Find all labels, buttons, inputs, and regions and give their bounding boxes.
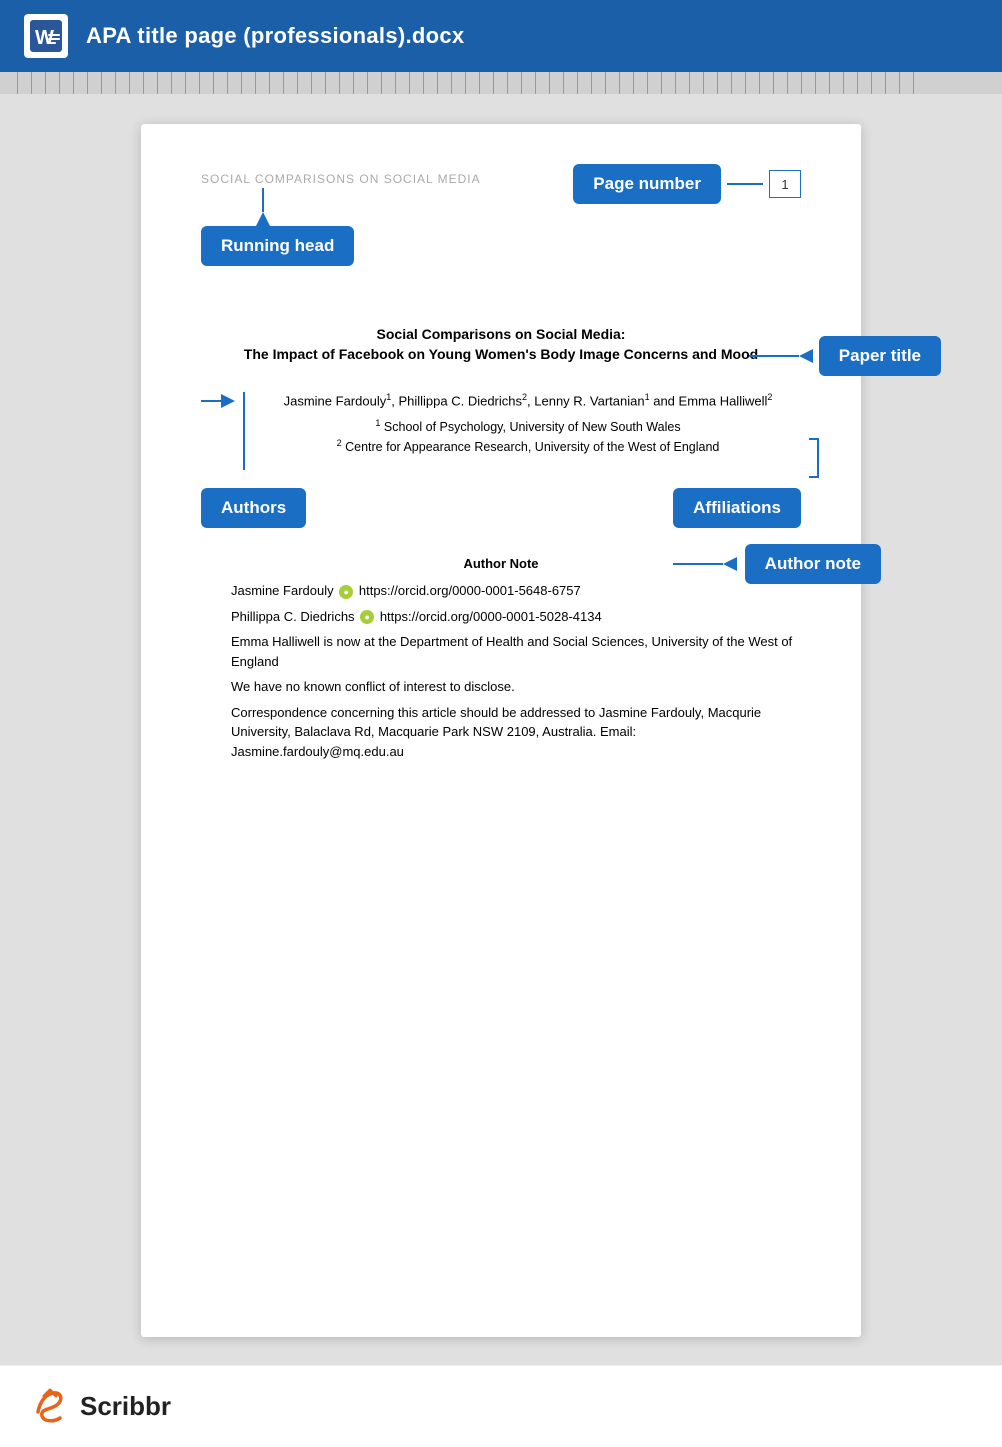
paper-title-connector-h xyxy=(749,355,799,357)
document-page: SOCIAL COMPARISONS ON SOCIAL MEDIA Runni… xyxy=(141,124,861,1337)
running-head-badge: Running head xyxy=(201,226,354,266)
paper-main-title: The Impact of Facebook on Young Women's … xyxy=(201,346,801,362)
author-note-title: Author Note xyxy=(463,556,538,571)
authors-badge: Authors xyxy=(201,488,306,528)
author-note-line-4: We have no known conflict of interest to… xyxy=(201,677,801,697)
affiliation-2: 2 Centre for Appearance Research, Univer… xyxy=(255,438,801,454)
document-title: APA title page (professionals).docx xyxy=(86,23,464,49)
author-note-line-3: Emma Halliwell is now at the Department … xyxy=(201,632,801,671)
running-head-connector-v xyxy=(262,188,264,212)
paper-title-badge: Paper title xyxy=(819,336,941,376)
ruler: // render ruler ticks inline document.cu… xyxy=(0,72,1002,94)
running-head-arrow xyxy=(256,212,270,226)
page-number-value: 1 xyxy=(781,177,788,192)
author-note-line-1: Jasmine Fardouly ● https://orcid.org/000… xyxy=(201,581,801,601)
page-number-badge: Page number xyxy=(573,164,721,204)
authors-bracket xyxy=(243,392,245,470)
affiliations-badge: Affiliations xyxy=(673,488,801,528)
word-icon: W xyxy=(24,14,68,58)
scribbr-logo: Scribbr xyxy=(30,1384,171,1429)
authors-arrow xyxy=(221,394,235,408)
top-bar: W APA title page (professionals).docx xyxy=(0,0,1002,72)
affiliation-1: 1 School of Psychology, University of Ne… xyxy=(255,418,801,434)
paper-subtitle: Social Comparisons on Social Media: xyxy=(201,326,801,342)
paper-title-arrow xyxy=(799,349,813,363)
scribbr-icon xyxy=(30,1384,70,1429)
author-note-section: Author Note Author note Jasmine Fardouly… xyxy=(201,556,801,761)
author-note-connector-h xyxy=(673,563,723,565)
page-number-connector-h xyxy=(727,183,763,185)
author-note-line-5: Correspondence concerning this article s… xyxy=(201,703,801,762)
authors-connector-h xyxy=(201,400,221,402)
scribbr-brand-name: Scribbr xyxy=(80,1391,171,1422)
affiliation-bracket xyxy=(809,438,819,478)
orcid-icon-1: ● xyxy=(339,585,353,599)
author-note-badge: Author note xyxy=(745,544,881,584)
page-number-box: 1 xyxy=(769,170,801,198)
running-head-text: SOCIAL COMPARISONS ON SOCIAL MEDIA xyxy=(201,172,481,186)
orcid-icon-2: ● xyxy=(360,610,374,624)
footer: Scribbr xyxy=(0,1365,1002,1447)
author-note-arrow xyxy=(723,557,737,571)
author-note-line-2: Phillippa C. Diedrichs ● https://orcid.o… xyxy=(201,607,801,627)
title-section: Social Comparisons on Social Media: The … xyxy=(201,326,801,362)
authors-line: Jasmine Fardouly1, Phillippa C. Diedrich… xyxy=(255,392,801,408)
page-wrapper: SOCIAL COMPARISONS ON SOCIAL MEDIA Runni… xyxy=(0,94,1002,1357)
